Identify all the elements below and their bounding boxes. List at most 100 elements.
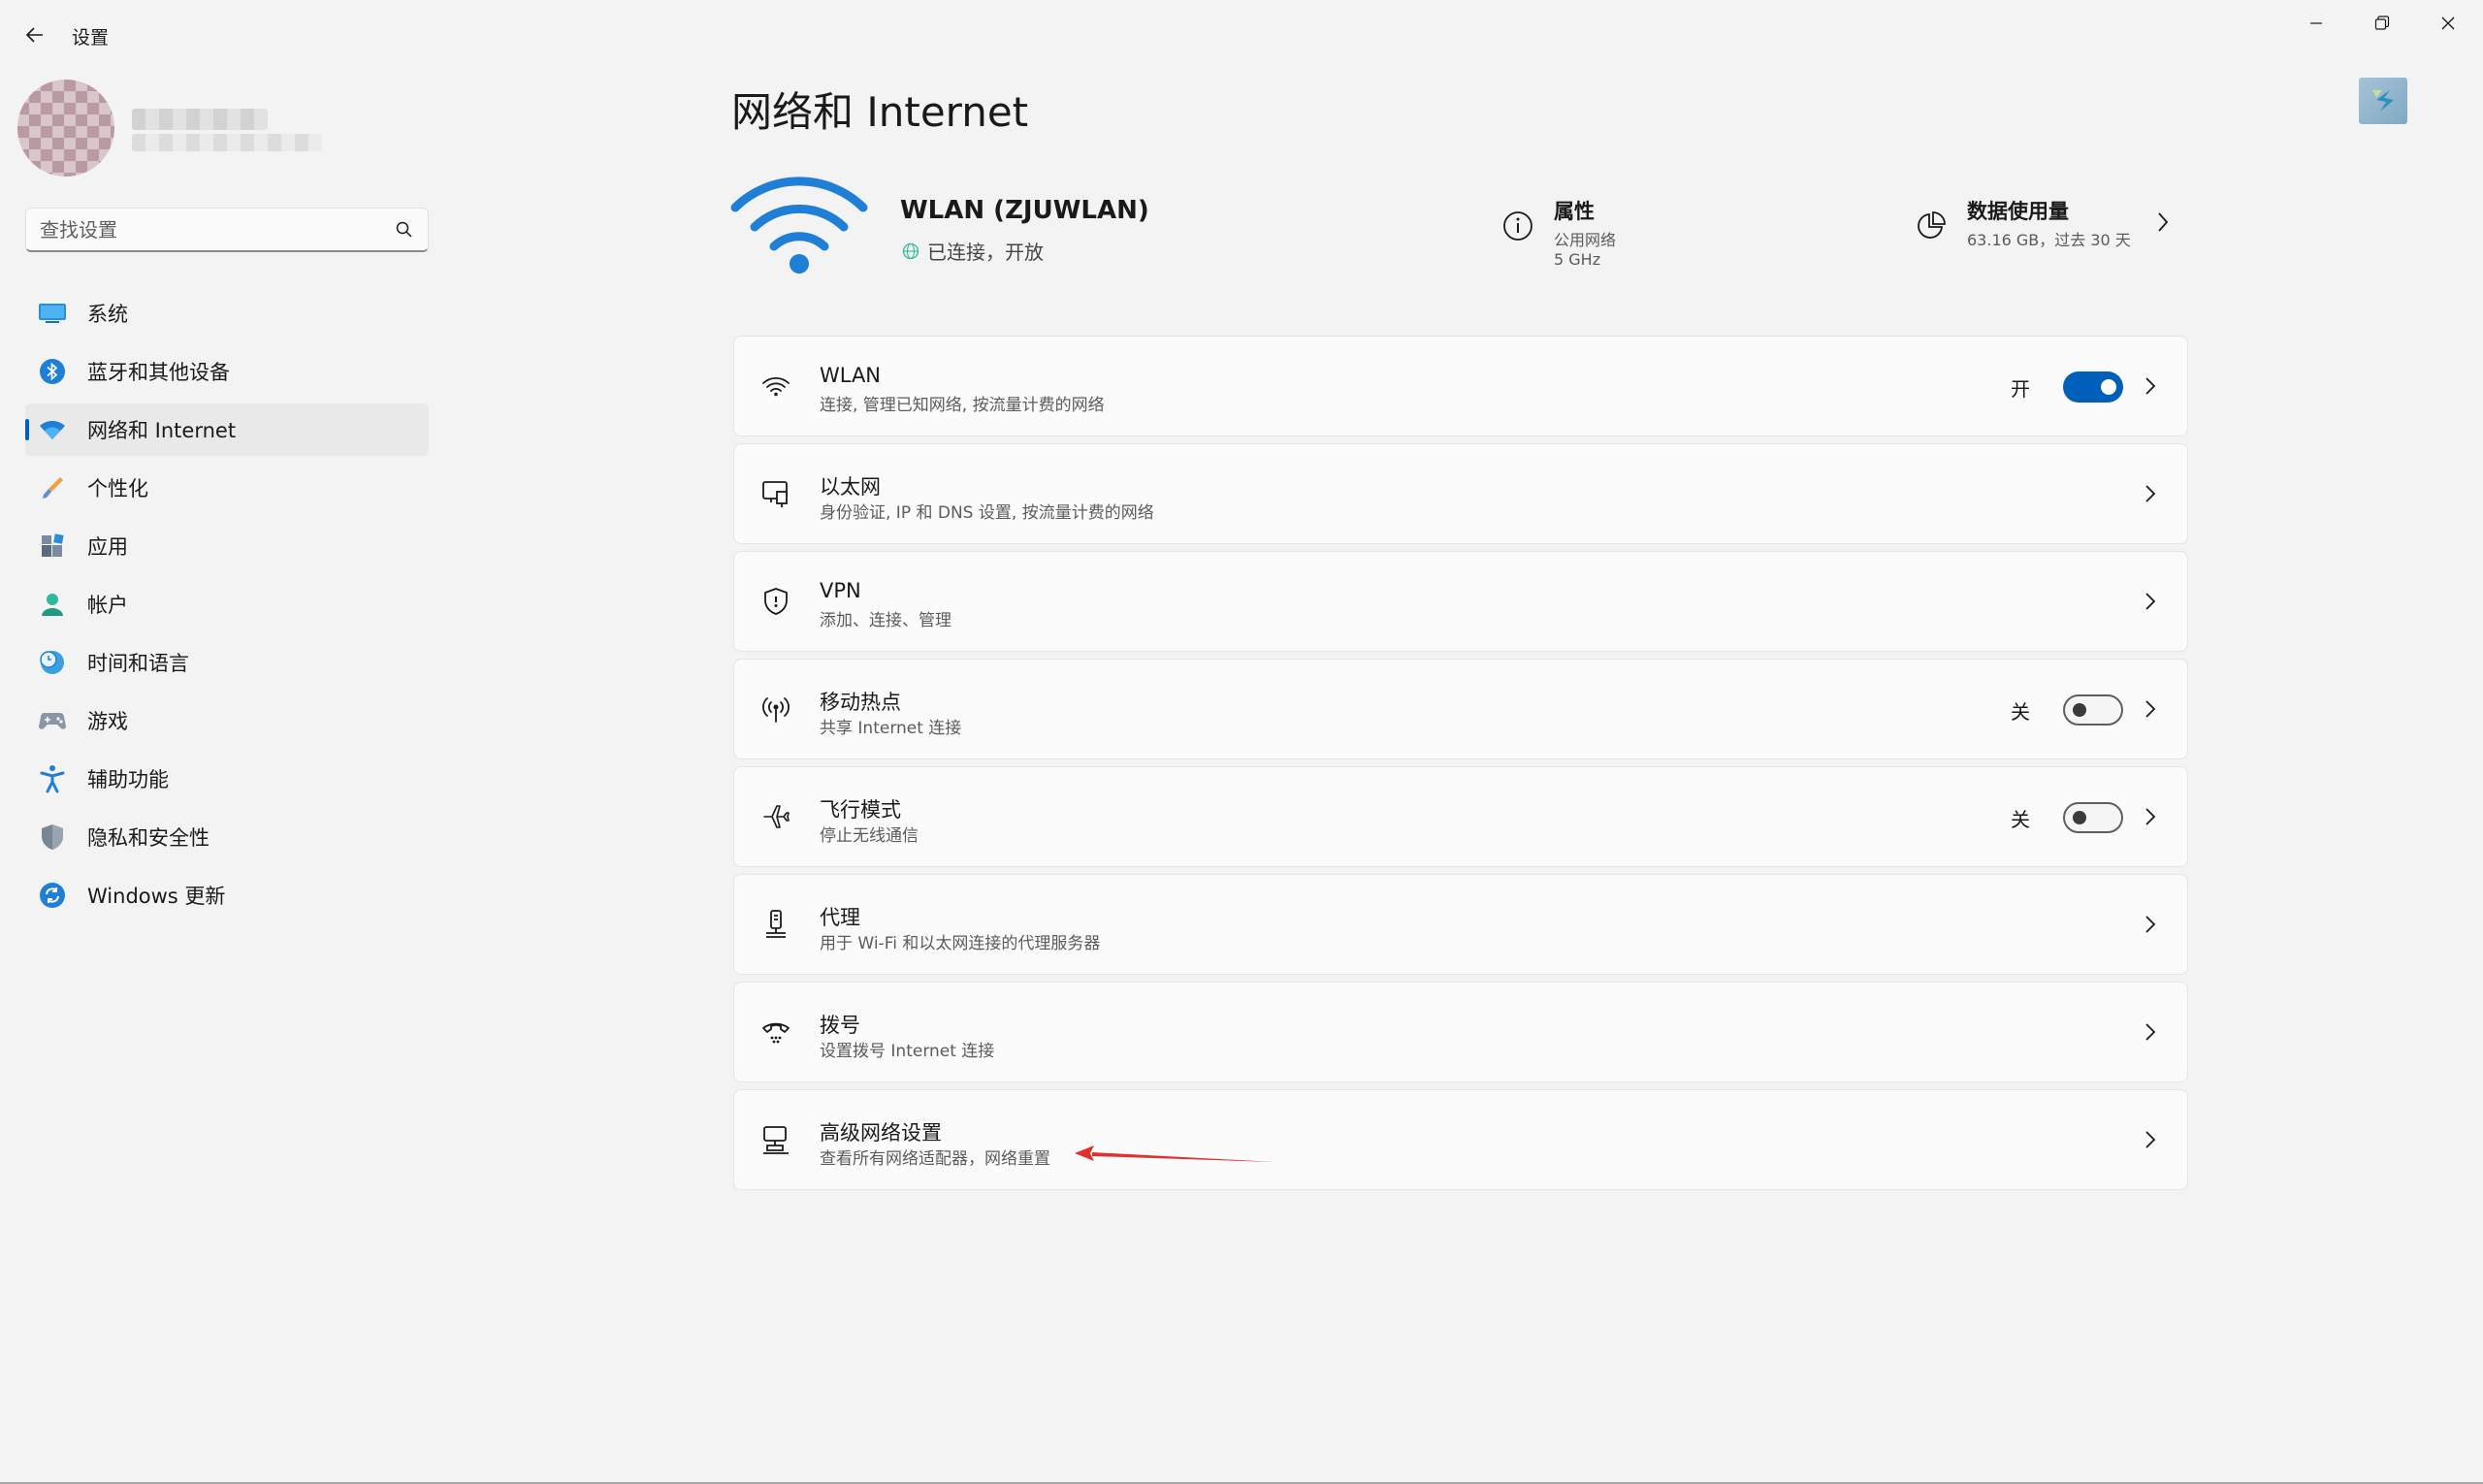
dialup-icon bbox=[758, 1014, 794, 1050]
sidebar-item-label: 游戏 bbox=[87, 710, 128, 733]
hotspot-toggle[interactable] bbox=[2063, 694, 2123, 726]
card-title: 拨号 bbox=[820, 1014, 860, 1037]
system-icon bbox=[37, 298, 68, 329]
chevron-right-icon bbox=[2145, 916, 2156, 933]
account-icon bbox=[37, 589, 68, 620]
sidebar-item-label: 系统 bbox=[87, 303, 128, 326]
sidebar-item-personalization[interactable]: 个性化 bbox=[25, 462, 429, 514]
minimize-icon bbox=[2310, 22, 2322, 24]
network-icon bbox=[37, 414, 68, 445]
brush-icon bbox=[37, 472, 68, 503]
bluetooth-icon bbox=[37, 356, 68, 387]
info-icon bbox=[1503, 211, 1532, 241]
toggle-state-label: 关 bbox=[2011, 808, 2030, 831]
properties-network-type: 公用网络 bbox=[1554, 231, 1617, 249]
card-wlan[interactable]: WLAN 连接, 管理已知网络, 按流量计费的网络 开 bbox=[733, 336, 2188, 436]
sidebar-item-time-language[interactable]: 时间和语言 bbox=[25, 636, 429, 689]
sidebar-item-accessibility[interactable]: 辅助功能 bbox=[25, 753, 429, 805]
close-button[interactable] bbox=[2421, 6, 2475, 41]
chevron-right-icon bbox=[2145, 1131, 2156, 1148]
chevron-right-icon bbox=[2145, 808, 2156, 825]
card-subtitle: 身份验证, IP 和 DNS 设置, 按流量计费的网络 bbox=[820, 503, 1154, 523]
card-airplane-mode[interactable]: 飞行模式 停止无线通信 关 bbox=[733, 766, 2188, 867]
data-usage-detail: 63.16 GB，过去 30 天 bbox=[1967, 231, 2131, 249]
card-subtitle: 共享 Internet 连接 bbox=[820, 719, 962, 738]
sidebar-item-label: Windows 更新 bbox=[87, 885, 226, 908]
restore-button[interactable] bbox=[2355, 6, 2409, 41]
data-usage-title: 数据使用量 bbox=[1967, 200, 2069, 223]
sidebar-item-windows-update[interactable]: Windows 更新 bbox=[25, 869, 429, 921]
connection-name: WLAN (ZJUWLAN) bbox=[900, 196, 1149, 225]
proxy-icon bbox=[758, 906, 794, 943]
search-icon[interactable] bbox=[395, 220, 414, 240]
avatar[interactable] bbox=[17, 80, 114, 177]
sidebar-item-label: 网络和 Internet bbox=[87, 419, 237, 442]
card-subtitle: 查看所有网络适配器，网络重置 bbox=[820, 1149, 1050, 1169]
connection-status: 已连接，开放 bbox=[902, 237, 1044, 265]
gamepad-icon bbox=[37, 705, 68, 736]
accessibility-icon bbox=[37, 763, 68, 794]
pie-chart-icon bbox=[1918, 211, 1946, 239]
chevron-right-icon bbox=[2145, 1023, 2156, 1041]
page-title: 网络和 Internet bbox=[731, 88, 1029, 136]
vpn-shield-icon bbox=[758, 583, 794, 620]
sidebar-item-system[interactable]: 系统 bbox=[25, 287, 429, 339]
sidebar-item-label: 个性化 bbox=[87, 477, 148, 500]
title-bar: 设置 bbox=[0, 0, 2483, 68]
card-advanced-network[interactable]: 高级网络设置 查看所有网络适配器，网络重置 bbox=[733, 1089, 2188, 1190]
sidebar-item-network[interactable]: 网络和 Internet bbox=[25, 403, 429, 456]
chevron-right-icon bbox=[2145, 700, 2156, 718]
sidebar-nav: 系统 蓝牙和其他设备 网络和 Internet 个性化 应用 帐户 时间和语言 … bbox=[25, 287, 429, 927]
chevron-right-icon bbox=[2145, 485, 2156, 502]
back-button[interactable] bbox=[17, 17, 52, 52]
card-subtitle: 添加、连接、管理 bbox=[820, 611, 951, 630]
user-email-redacted bbox=[132, 134, 322, 151]
update-icon bbox=[37, 880, 68, 911]
minimize-button[interactable] bbox=[2289, 6, 2343, 41]
airplane-icon bbox=[758, 798, 794, 835]
settings-cards: WLAN 连接, 管理已知网络, 按流量计费的网络 开 以太网 身份验证, IP… bbox=[733, 336, 2188, 1197]
card-title: 飞行模式 bbox=[820, 798, 901, 822]
search-input[interactable] bbox=[40, 216, 389, 243]
search-box bbox=[25, 208, 429, 252]
chevron-right-icon bbox=[2145, 377, 2156, 395]
card-ethernet[interactable]: 以太网 身份验证, IP 和 DNS 设置, 按流量计费的网络 bbox=[733, 443, 2188, 544]
app-title: 设置 bbox=[72, 27, 110, 48]
sidebar-item-label: 蓝牙和其他设备 bbox=[87, 361, 230, 384]
properties-band: 5 GHz bbox=[1554, 250, 1601, 269]
card-dialup[interactable]: 拨号 设置拨号 Internet 连接 bbox=[733, 982, 2188, 1082]
sidebar-item-apps[interactable]: 应用 bbox=[25, 520, 429, 572]
connection-status-text: 已连接，开放 bbox=[927, 241, 1044, 264]
annotation-arrow-icon bbox=[1075, 1145, 1274, 1162]
card-subtitle: 停止无线通信 bbox=[820, 826, 919, 846]
sidebar-item-label: 帐户 bbox=[87, 594, 128, 617]
wlan-toggle[interactable] bbox=[2063, 371, 2123, 403]
card-title: VPN bbox=[820, 579, 861, 602]
globe-icon bbox=[902, 242, 919, 259]
sidebar-item-label: 应用 bbox=[87, 535, 128, 559]
advanced-network-icon bbox=[758, 1121, 794, 1158]
sidebar-item-accounts[interactable]: 帐户 bbox=[25, 578, 429, 630]
toggle-state-label: 关 bbox=[2011, 700, 2030, 724]
back-arrow-icon bbox=[25, 27, 43, 43]
sidebar-item-gaming[interactable]: 游戏 bbox=[25, 694, 429, 747]
chevron-right-icon[interactable] bbox=[2153, 210, 2173, 235]
clock-globe-icon bbox=[37, 647, 68, 678]
app-thumbnail-icon bbox=[2359, 78, 2407, 124]
sidebar-item-label: 时间和语言 bbox=[87, 652, 189, 675]
sidebar-item-privacy[interactable]: 隐私和安全性 bbox=[25, 811, 429, 863]
card-proxy[interactable]: 代理 用于 Wi-Fi 和以太网连接的代理服务器 bbox=[733, 874, 2188, 975]
shield-icon bbox=[37, 822, 68, 853]
card-title: 代理 bbox=[820, 906, 860, 929]
user-name-redacted bbox=[132, 109, 268, 130]
card-vpn[interactable]: VPN 添加、连接、管理 bbox=[733, 551, 2188, 652]
card-subtitle: 设置拨号 Internet 连接 bbox=[820, 1042, 995, 1061]
properties-title: 属性 bbox=[1554, 200, 1595, 223]
card-mobile-hotspot[interactable]: 移动热点 共享 Internet 连接 关 bbox=[733, 659, 2188, 759]
hotspot-icon bbox=[758, 691, 794, 727]
card-title: 高级网络设置 bbox=[820, 1121, 942, 1145]
toggle-state-label: 开 bbox=[2011, 377, 2030, 401]
card-subtitle: 连接, 管理已知网络, 按流量计费的网络 bbox=[820, 396, 1105, 415]
sidebar-item-bluetooth[interactable]: 蓝牙和其他设备 bbox=[25, 345, 429, 398]
airplane-mode-toggle[interactable] bbox=[2063, 802, 2123, 833]
